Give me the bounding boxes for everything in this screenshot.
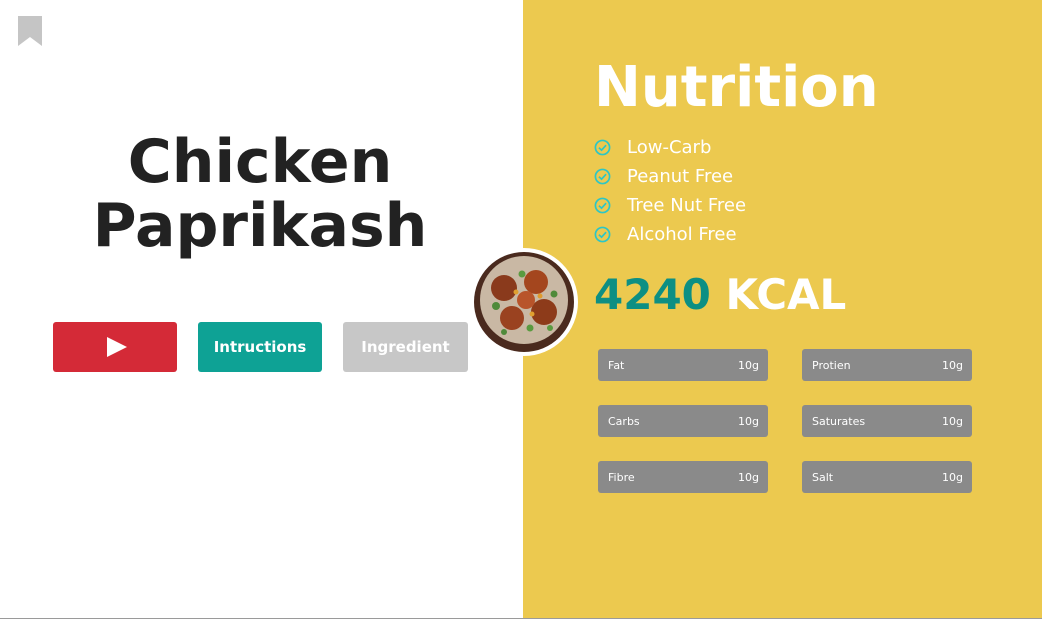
diet-tags: Low-Carb Peanut Free Tree Nut Free Alcoh… [594, 133, 746, 249]
check-circle-icon [594, 139, 611, 156]
nutrient-fat: Fat 10g [598, 349, 768, 381]
nutrient-label: Carbs [608, 414, 640, 428]
diet-tag: Alcohol Free [594, 220, 746, 249]
nutrient-value: 10g [942, 470, 963, 484]
check-circle-icon [594, 226, 611, 243]
diet-tag-label: Low-Carb [627, 137, 712, 158]
play-icon [107, 337, 127, 357]
nutrient-value: 10g [942, 358, 963, 372]
nutrient-protein: Protien 10g [802, 349, 972, 381]
nutrient-value: 10g [738, 470, 759, 484]
check-circle-icon [594, 197, 611, 214]
calorie-count: 4240 KCAL [594, 268, 846, 322]
instructions-button[interactable]: Intructions [198, 322, 322, 372]
nutrition-heading: Nutrition [594, 55, 879, 120]
diet-tag-label: Peanut Free [627, 166, 734, 187]
nutrient-carbs: Carbs 10g [598, 405, 768, 437]
check-circle-icon [594, 168, 611, 185]
recipe-title-line2: Paprikash [92, 191, 428, 261]
kcal-unit: KCAL [725, 270, 847, 319]
nutrient-fibre: Fibre 10g [598, 461, 768, 493]
dish-image [470, 248, 578, 356]
nutrient-label: Salt [812, 470, 834, 484]
ingredient-button[interactable]: Ingredient [343, 322, 468, 372]
nutrient-value: 10g [942, 414, 963, 428]
nutrient-label: Fat [608, 358, 625, 372]
recipe-panel: Chicken Paprikash Intructions Ingredient [0, 0, 523, 619]
nutrient-salt: Salt 10g [802, 461, 972, 493]
nutrient-label: Protien [812, 358, 851, 372]
nutrient-label: Saturates [812, 414, 866, 428]
diet-tag-label: Alcohol Free [627, 224, 737, 245]
diet-tag: Peanut Free [594, 162, 746, 191]
diet-tag: Low-Carb [594, 133, 746, 162]
play-video-button[interactable] [53, 322, 177, 372]
diet-tag-label: Tree Nut Free [627, 195, 747, 216]
nutrient-label: Fibre [608, 470, 635, 484]
nutrient-value: 10g [738, 414, 759, 428]
nutrient-value: 10g [738, 358, 759, 372]
recipe-title-line1: Chicken [127, 127, 393, 197]
kcal-value: 4240 [594, 270, 711, 319]
bookmark-icon[interactable] [18, 16, 42, 46]
recipe-title: Chicken Paprikash [60, 130, 460, 258]
nutrient-saturates: Saturates 10g [802, 405, 972, 437]
diet-tag: Tree Nut Free [594, 191, 746, 220]
